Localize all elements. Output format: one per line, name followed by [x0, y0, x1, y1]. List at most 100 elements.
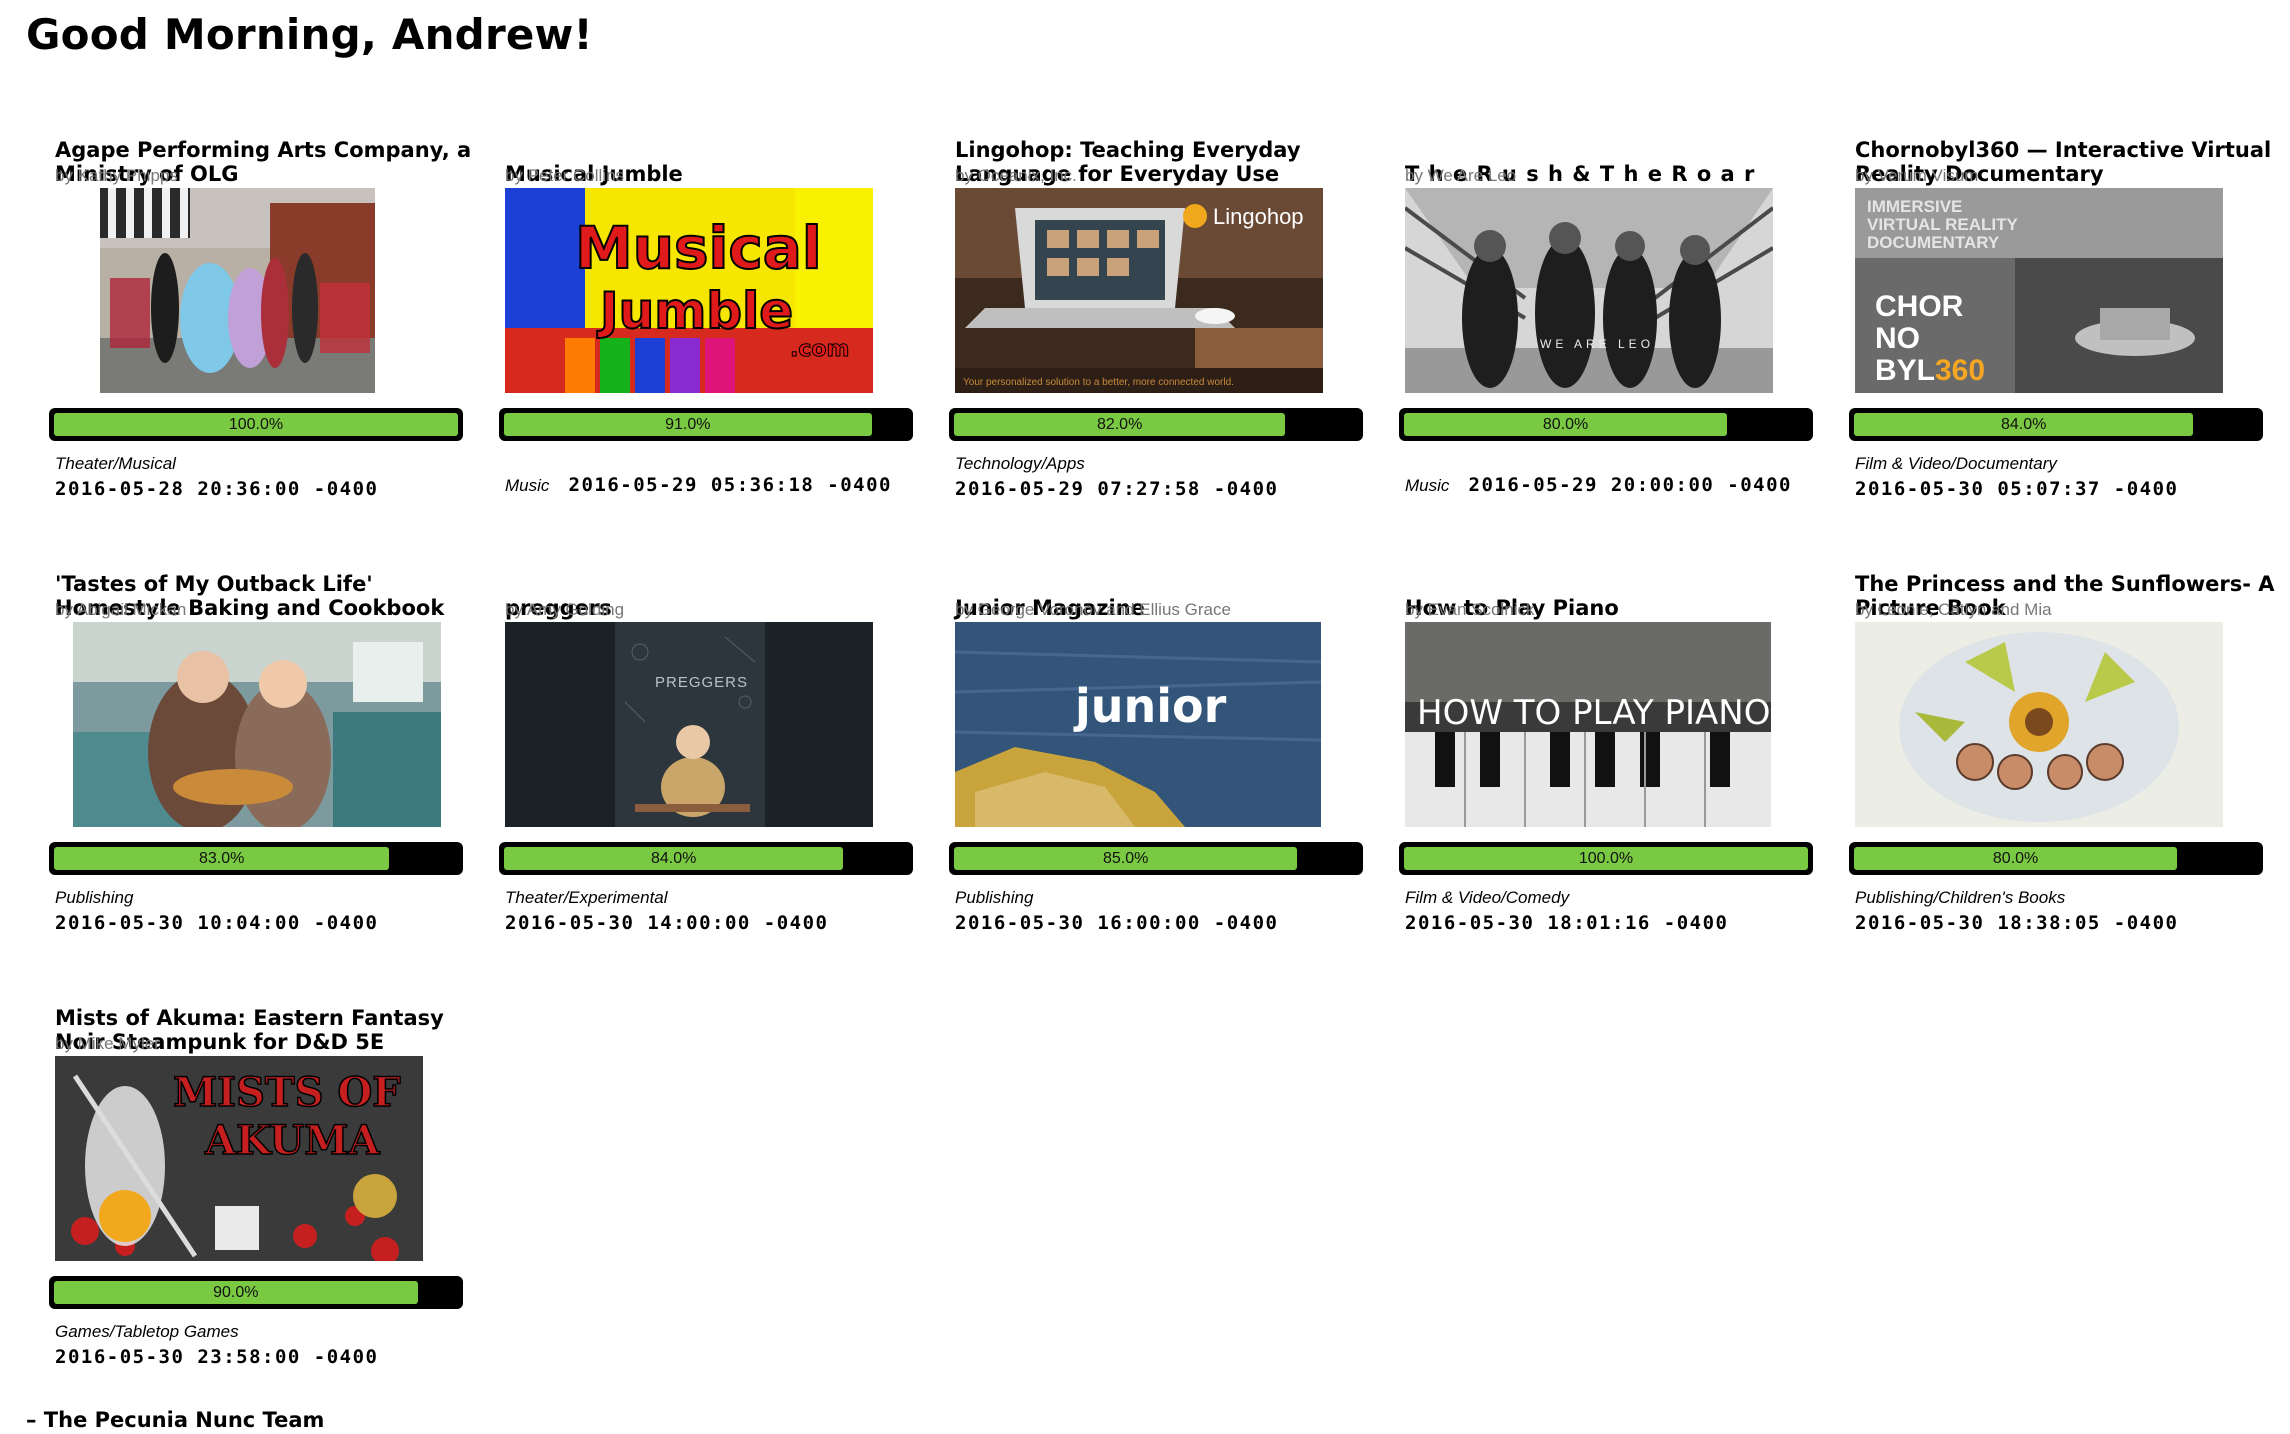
funding-progress-bar: 90.0%: [49, 1276, 463, 1309]
project-meta: Publishing/Children's Books 2016-05-30 1…: [1855, 886, 2285, 936]
svg-text:VIRTUAL REALITY: VIRTUAL REALITY: [1867, 215, 2018, 234]
project-meta: Theater/Experimental 2016-05-30 14:00:00…: [505, 886, 935, 936]
project-card[interactable]: 'Tastes of My Outback Life' Homestyle Ba…: [49, 520, 475, 940]
project-category[interactable]: Publishing: [55, 886, 485, 910]
project-image[interactable]: MISTS OF AKUMA: [55, 1056, 423, 1261]
svg-text:Your personalized solution to: Your personalized solution to a better, …: [963, 377, 1234, 388]
project-creator: by Abigail Mickan: [55, 600, 187, 619]
funding-progress-label: 84.0%: [1854, 413, 2194, 436]
project-card[interactable]: The Princess and the Sunflowers- A Pictu…: [1849, 520, 2275, 940]
project-card[interactable]: Chornobyl360 — Interactive Virtual Reali…: [1849, 86, 2275, 506]
project-date: 2016-05-30 16:00:00 -0400: [955, 912, 1279, 934]
project-grid: Agape Performing Arts Company, a Ministr…: [0, 0, 2290, 1434]
project-creator: by Kathy Phipps: [55, 166, 178, 185]
project-card[interactable]: Mists of Akuma: Eastern Fantasy Noir Ste…: [49, 954, 475, 1374]
project-category[interactable]: Theater/Experimental: [505, 886, 935, 910]
project-card[interactable]: Musical Jumble by Peter Collins Musical …: [499, 86, 925, 506]
funding-progress-label: 91.0%: [504, 413, 872, 436]
project-date: 2016-05-29 20:00:00 -0400: [1468, 474, 1792, 496]
project-card[interactable]: Lingohop: Teaching Everyday Language for…: [949, 86, 1375, 506]
project-meta: Games/Tabletop Games 2016-05-30 23:58:00…: [55, 1320, 485, 1370]
project-category[interactable]: Film & Video/Documentary: [1855, 452, 2285, 476]
svg-text:BYL360: BYL360: [1875, 354, 1985, 387]
project-meta: Publishing 2016-05-30 10:04:00 -0400: [55, 886, 485, 936]
project-date: 2016-05-30 10:04:00 -0400: [55, 912, 379, 934]
project-meta: Theater/Musical 2016-05-28 20:36:00 -040…: [55, 452, 485, 502]
lingohop-logo-text: Lingohop: [1213, 204, 1304, 229]
funding-progress-label: 82.0%: [954, 413, 1286, 436]
svg-text:AKUMA: AKUMA: [204, 1117, 381, 1164]
project-category[interactable]: Theater/Musical: [55, 452, 485, 476]
svg-text:HOW TO PLAY PIANO: HOW TO PLAY PIANO: [1417, 693, 1771, 733]
project-image[interactable]: [100, 188, 375, 393]
project-category[interactable]: Film & Video/Comedy: [1405, 886, 1835, 910]
project-meta: Music 2016-05-29 05:36:18 -0400: [505, 474, 935, 496]
project-image[interactable]: [73, 622, 441, 827]
project-image[interactable]: Lingohop Your personalized solution to a…: [955, 188, 1323, 393]
project-date: 2016-05-29 07:27:58 -0400: [955, 478, 1279, 500]
project-date: 2016-05-30 18:38:05 -0400: [1855, 912, 2179, 934]
project-creator: by Peter Collins: [505, 166, 625, 185]
funding-progress-label: 83.0%: [54, 847, 390, 870]
svg-text:WE ARE LEO: WE ARE LEO: [1540, 337, 1654, 351]
funding-progress-bar: 80.0%: [1849, 842, 2263, 875]
project-meta: Technology/Apps 2016-05-29 07:27:58 -040…: [955, 452, 1385, 502]
project-creator: by We Are Leo: [1405, 166, 1517, 185]
funding-progress-bar: 85.0%: [949, 842, 1363, 875]
svg-text:Jumble: Jumble: [597, 282, 793, 340]
funding-progress-bar: 100.0%: [1399, 842, 1813, 875]
project-image[interactable]: HOW TO PLAY PIANO: [1405, 622, 1771, 827]
project-card[interactable]: How to Play Piano by Evan Scolnick HOW T…: [1399, 520, 1825, 940]
funding-progress-label: 85.0%: [954, 847, 1298, 870]
project-image[interactable]: junior: [955, 622, 1321, 827]
project-card[interactable]: Junior Magazine by George Voronov and El…: [949, 520, 1375, 940]
funding-progress-bar: 80.0%: [1399, 408, 1813, 441]
project-creator: by Amy Golding: [505, 600, 625, 619]
project-creator: by Leonie, Catlyn and Mia: [1855, 600, 2052, 619]
project-date: 2016-05-29 05:36:18 -0400: [568, 474, 892, 496]
funding-progress-bar: 83.0%: [49, 842, 463, 875]
funding-progress-label: 100.0%: [1404, 847, 1808, 870]
project-category[interactable]: Technology/Apps: [955, 452, 1385, 476]
funding-progress-bar: 84.0%: [1849, 408, 2263, 441]
project-image[interactable]: WE ARE LEO: [1405, 188, 1773, 393]
project-image[interactable]: IMMERSIVE VIRTUAL REALITY DOCUMENTARY CH…: [1855, 188, 2223, 393]
project-category[interactable]: Music: [1405, 476, 1449, 495]
svg-text:IMMERSIVE: IMMERSIVE: [1867, 197, 1962, 216]
project-image[interactable]: [1855, 622, 2223, 827]
funding-progress-label: 100.0%: [54, 413, 458, 436]
svg-text:DOCUMENTARY: DOCUMENTARY: [1867, 233, 2000, 252]
project-card[interactable]: T h e R u s h & T h e R o a r by We Are …: [1399, 86, 1825, 506]
project-date: 2016-05-30 18:01:16 -0400: [1405, 912, 1729, 934]
svg-text:CHOR: CHOR: [1875, 290, 1964, 323]
project-date: 2016-05-28 20:36:00 -0400: [55, 478, 379, 500]
project-date: 2016-05-30 14:00:00 -0400: [505, 912, 829, 934]
funding-progress-bar: 91.0%: [499, 408, 913, 441]
funding-progress-bar: 84.0%: [499, 842, 913, 875]
project-category[interactable]: Publishing/Children's Books: [1855, 886, 2285, 910]
funding-progress-label: 90.0%: [54, 1281, 418, 1304]
project-image[interactable]: PREGGERS: [505, 622, 873, 827]
project-creator: by Oceanix, Inc.: [955, 166, 1077, 185]
signoff-text: – The Pecunia Nunc Team: [26, 1408, 325, 1432]
project-creator: by Mike Myler: [55, 1034, 160, 1053]
svg-text:Musical: Musical: [575, 214, 822, 282]
project-meta: Film & Video/Documentary 2016-05-30 05:0…: [1855, 452, 2285, 502]
svg-text:.com: .com: [790, 337, 849, 362]
project-category[interactable]: Music: [505, 476, 549, 495]
project-date: 2016-05-30 05:07:37 -0400: [1855, 478, 2179, 500]
project-category[interactable]: Publishing: [955, 886, 1385, 910]
project-category[interactable]: Games/Tabletop Games: [55, 1320, 485, 1344]
project-card[interactable]: preggers by Amy Golding PREGGERS 84.0% T…: [499, 520, 925, 940]
funding-progress-label: 80.0%: [1854, 847, 2178, 870]
svg-text:NO: NO: [1875, 322, 1920, 355]
funding-progress-label: 84.0%: [504, 847, 844, 870]
svg-text:MISTS OF: MISTS OF: [173, 1069, 401, 1116]
project-creator: by Verum Visum: [1855, 166, 1979, 185]
funding-progress-label: 80.0%: [1404, 413, 1728, 436]
project-meta: Film & Video/Comedy 2016-05-30 18:01:16 …: [1405, 886, 1835, 936]
funding-progress-bar: 100.0%: [49, 408, 463, 441]
project-meta: Music 2016-05-29 20:00:00 -0400: [1405, 474, 1835, 496]
project-image[interactable]: Musical Jumble .com: [505, 188, 873, 393]
project-card[interactable]: Agape Performing Arts Company, a Ministr…: [49, 86, 475, 506]
